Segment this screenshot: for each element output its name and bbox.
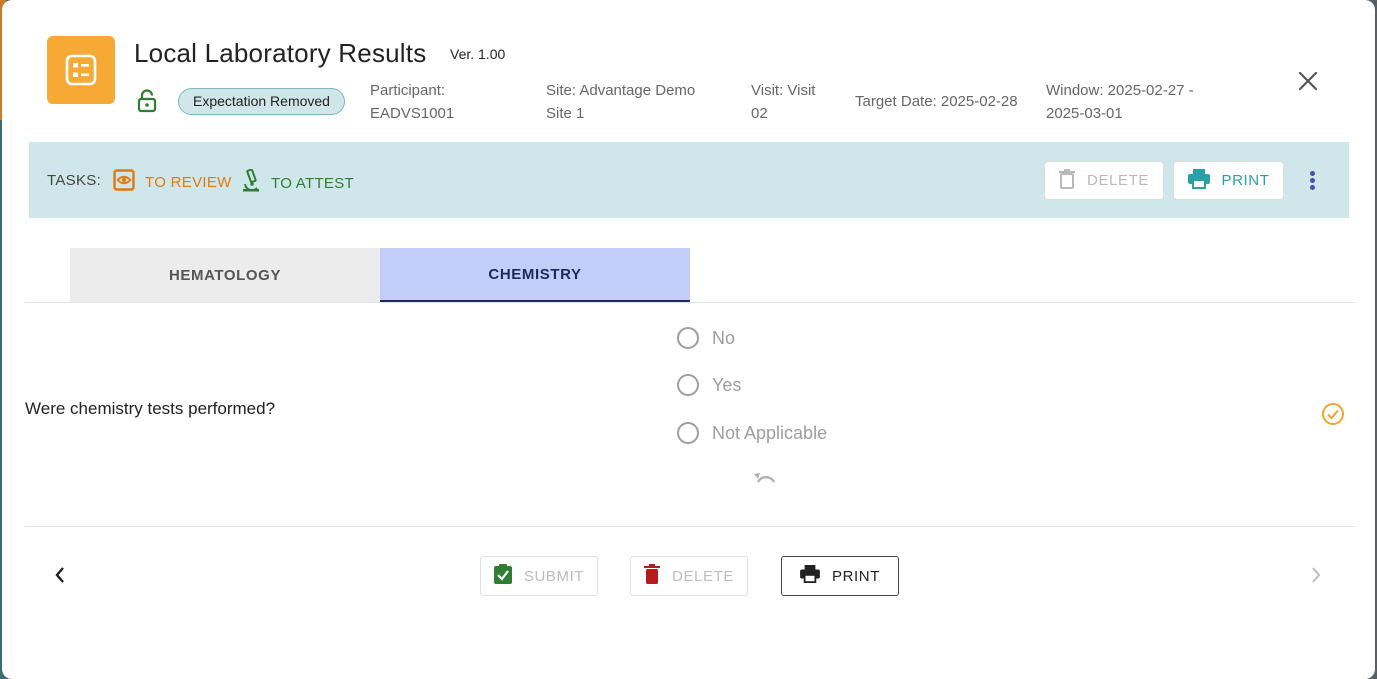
eye-icon [113, 169, 135, 195]
more-vertical-icon[interactable] [1305, 169, 1319, 193]
print-icon [1187, 168, 1210, 193]
participant-info: Participant: EADVS1001 [370, 79, 454, 125]
radio-circle[interactable] [677, 327, 699, 349]
site-info: Site: Advantage Demo Site 1 [546, 79, 695, 125]
trash-icon [644, 564, 661, 588]
unlocked-icon[interactable] [137, 89, 157, 118]
site-line-2: Site 1 [546, 105, 585, 122]
page-title: Local Laboratory Results [134, 38, 427, 68]
radio-circle[interactable] [677, 422, 699, 444]
participant-label: Participant: [370, 82, 446, 99]
footer-print-button[interactable]: PRINT [781, 556, 899, 596]
chevron-right-icon[interactable] [1308, 565, 1324, 590]
radio-option-no[interactable]: No [677, 327, 735, 349]
chevron-left-icon[interactable] [52, 565, 68, 590]
tab-hematology[interactable]: HEMATOLOGY [70, 248, 380, 302]
radio-option-not-applicable[interactable]: Not Applicable [677, 422, 827, 444]
undo-icon[interactable] [752, 470, 778, 489]
site-line-1: Site: Advantage Demo [546, 82, 696, 99]
microscope-icon [241, 168, 261, 197]
radio-label-yes: Yes [712, 374, 742, 395]
question-text: Were chemistry tests performed? [25, 399, 276, 418]
task-to-attest[interactable]: TO ATTEST [241, 168, 354, 197]
clipboard-check-icon [493, 564, 512, 588]
submit-button-label: SUBMIT [523, 567, 585, 585]
window-line-2: 2025-03-01 [1046, 105, 1123, 122]
submit-button[interactable]: SUBMIT [480, 556, 598, 596]
radio-circle[interactable] [677, 374, 699, 396]
delete-button-label: DELETE [1087, 172, 1149, 189]
window-info: Window: 2025-02-27 - 2025-03-01 [1046, 79, 1194, 125]
lab-results-dialog: Local Laboratory Results Ver. 1.00 Expec… [2, 0, 1375, 679]
visit-info: Visit: Visit 02 [751, 79, 815, 125]
participant-id: EADVS1001 [370, 105, 455, 122]
check-circle-icon [1321, 402, 1345, 431]
task-review-label: TO REVIEW [145, 173, 232, 191]
print-button[interactable]: PRINT [1173, 161, 1284, 200]
delete-button[interactable]: DELETE [1044, 161, 1164, 200]
window-line-1: Window: 2025-02-27 - [1046, 82, 1194, 99]
version-label: Ver. 1.00 [450, 46, 506, 62]
print-icon [800, 565, 820, 587]
tasks-bar: TASKS: TO REVIEW TO ATTEST DELETE PRINT [29, 142, 1349, 218]
task-to-review[interactable]: TO REVIEW [113, 169, 232, 195]
print-button-label: PRINT [1221, 172, 1270, 189]
footer-delete-button[interactable]: DELETE [630, 556, 748, 596]
radio-option-yes[interactable]: Yes [677, 374, 741, 396]
trash-icon [1059, 168, 1076, 193]
status-badge: Expectation Removed [178, 88, 345, 115]
tab-divider [25, 302, 1355, 303]
radio-label-not-applicable: Not Applicable [712, 422, 828, 443]
tasks-label: TASKS: [47, 172, 102, 189]
radio-label-no: No [712, 327, 736, 348]
footer-print-label: PRINT [832, 567, 880, 585]
visit-line-1: Visit: Visit [751, 82, 816, 99]
visit-line-2: 02 [751, 105, 768, 122]
form-list-icon [47, 36, 115, 104]
tab-chemistry[interactable]: CHEMISTRY [380, 248, 690, 302]
target-date: Target Date: 2025-02-28 [855, 93, 1018, 110]
question-divider [25, 526, 1355, 527]
close-icon[interactable] [1297, 70, 1319, 92]
footer-delete-label: DELETE [672, 567, 734, 585]
task-attest-label: TO ATTEST [271, 174, 354, 192]
